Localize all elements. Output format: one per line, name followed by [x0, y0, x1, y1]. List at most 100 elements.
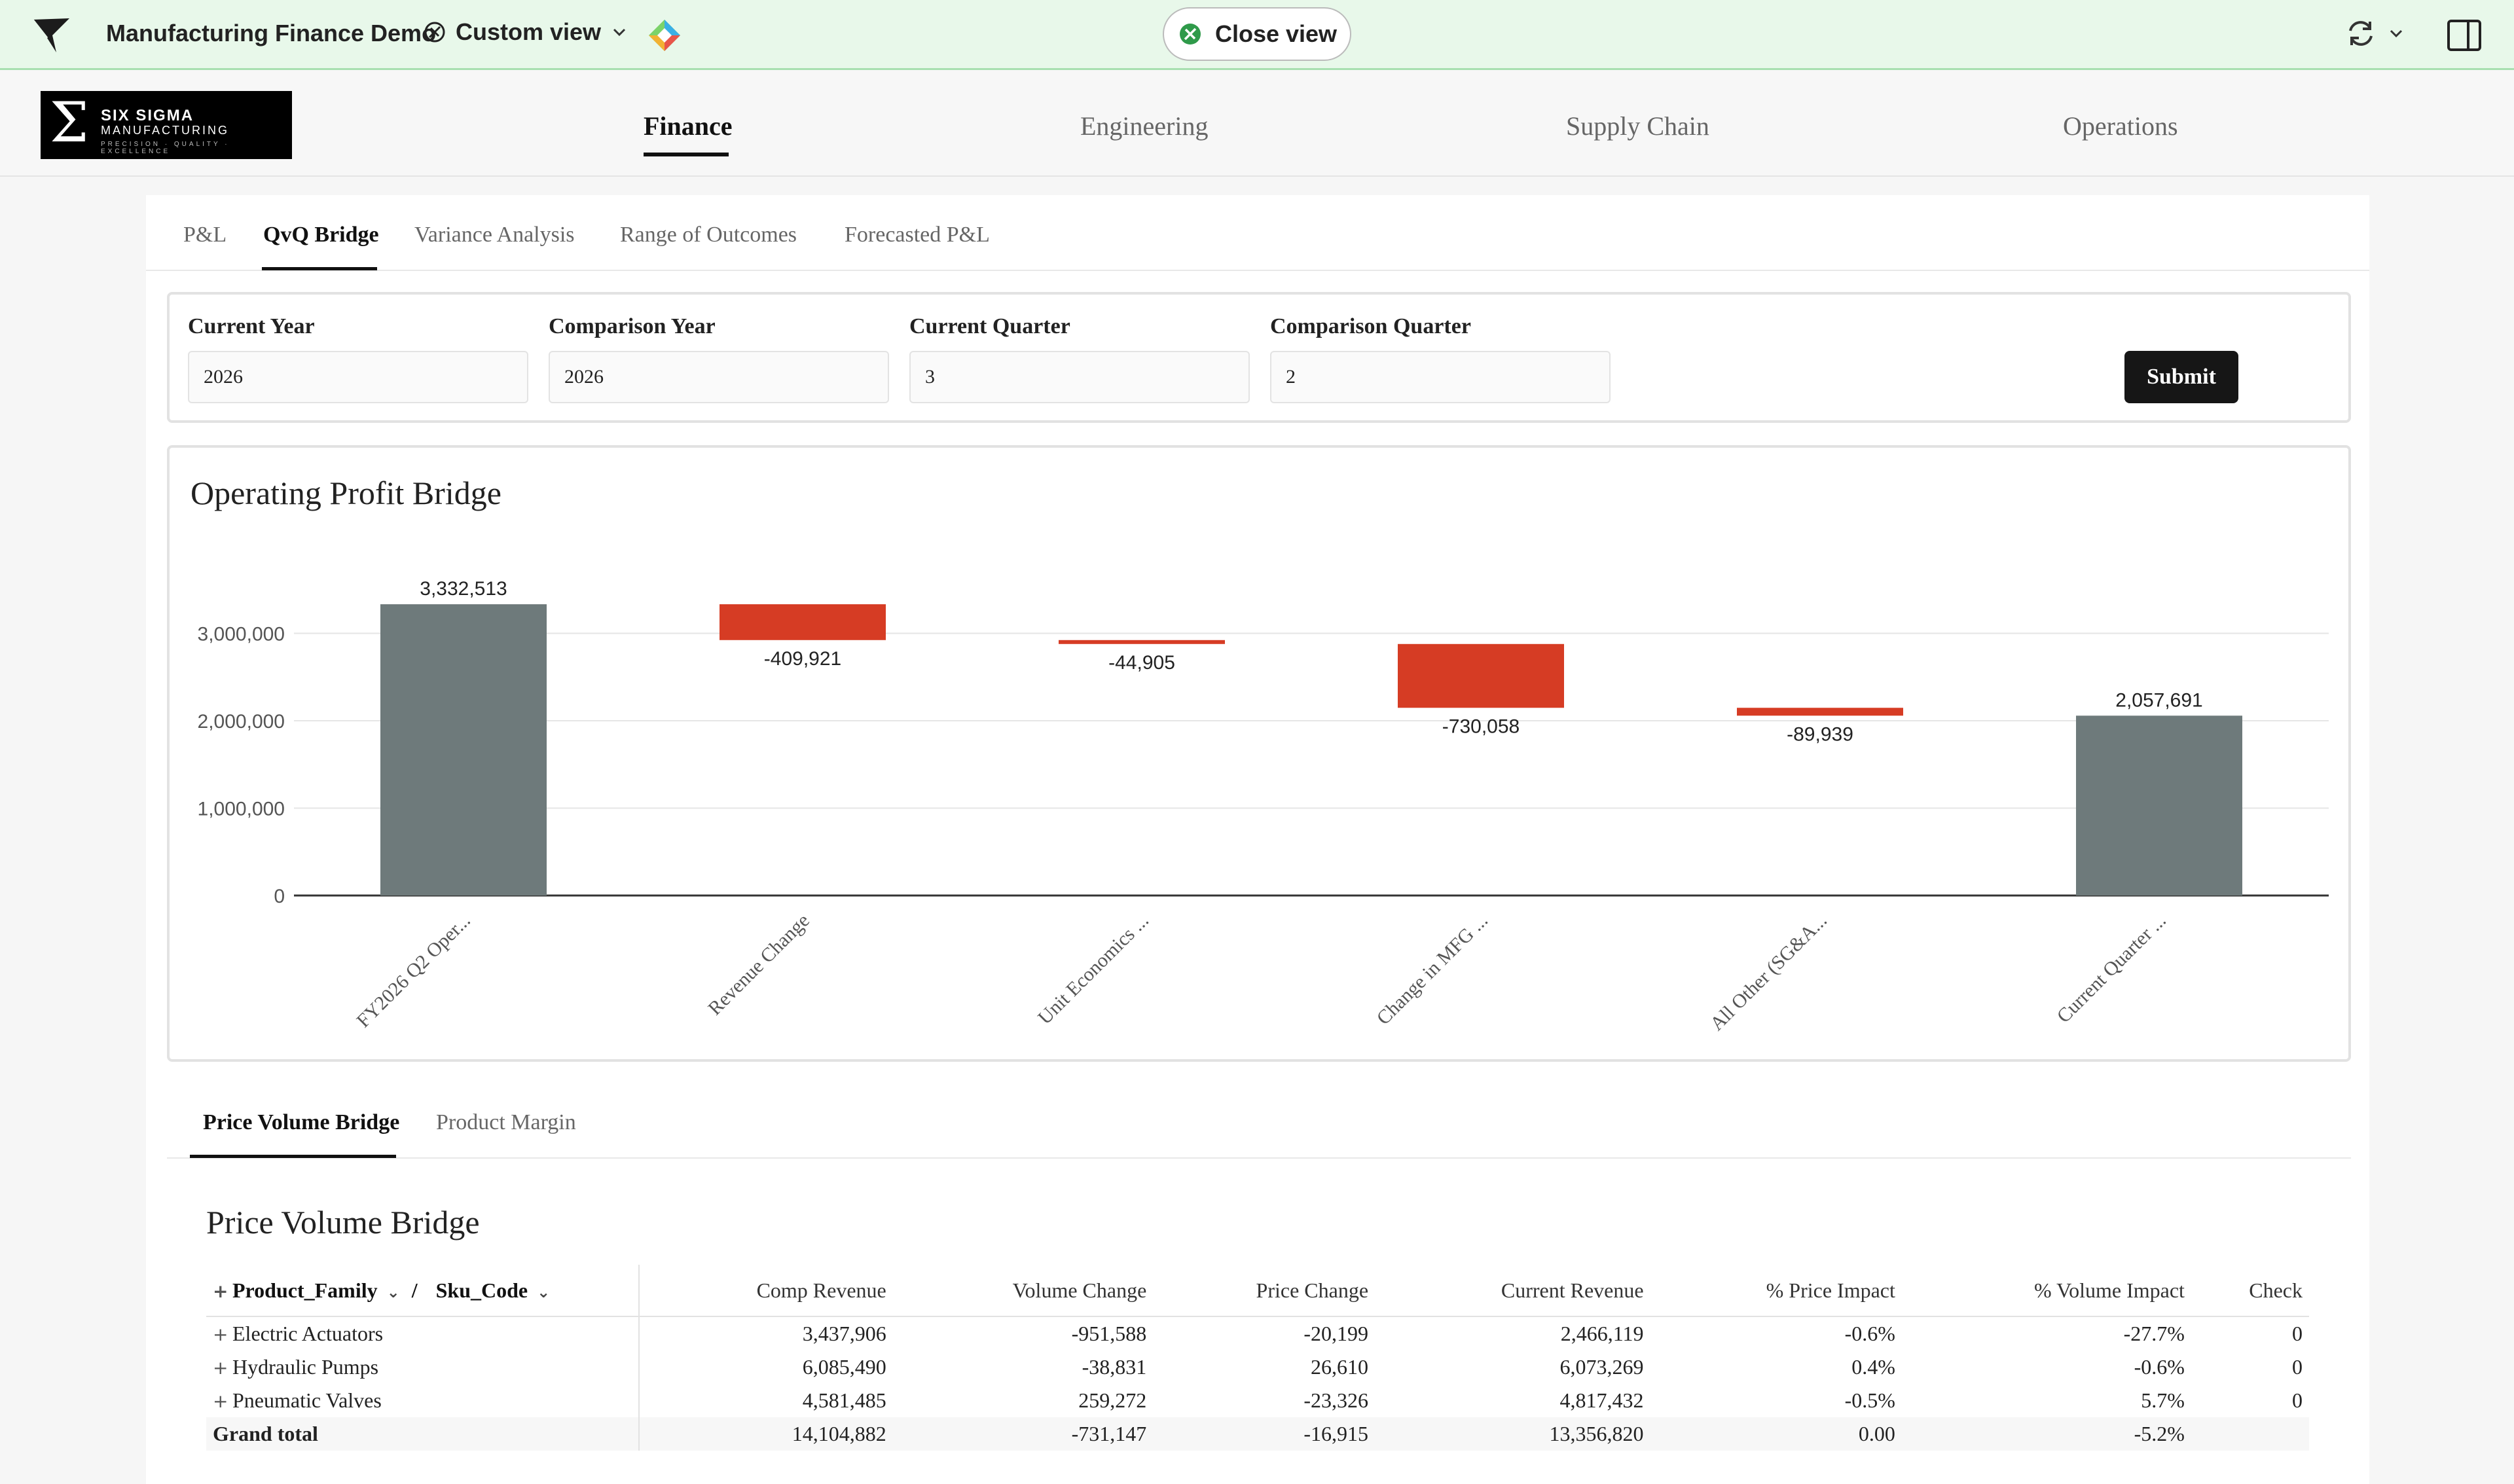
y-tick-label: 0: [274, 886, 285, 907]
x-tick-label: Current Quarter ...: [2053, 910, 2170, 1027]
chart-bar[interactable]: [2076, 715, 2242, 896]
table-cell: 4,817,432: [1559, 1388, 1644, 1412]
col-header-price-change[interactable]: Price Change: [1153, 1265, 1375, 1317]
custom-view-icon: [424, 22, 445, 43]
col-header-check[interactable]: Check: [2191, 1265, 2309, 1317]
brand-subname: MANUFACTURING: [101, 124, 229, 137]
x-tick-label: Unit Economics ...: [1034, 910, 1153, 1029]
y-tick-label: 3,000,000: [198, 623, 285, 645]
expand-row-icon[interactable]: +: [213, 1324, 232, 1345]
bar-value-label: -730,058: [1442, 715, 1520, 737]
current-year-input[interactable]: 2026: [188, 351, 528, 403]
expand-all-icon[interactable]: +: [213, 1280, 232, 1302]
app-logo-icon[interactable]: [30, 16, 73, 55]
chart-bar[interactable]: [1737, 708, 1903, 716]
close-view-icon: [1179, 24, 1201, 45]
expand-row-icon[interactable]: +: [213, 1357, 232, 1379]
table-cell: -0.5%: [1844, 1388, 1895, 1412]
table-cell: 6,073,269: [1559, 1355, 1644, 1379]
close-view-label: Close view: [1214, 20, 1338, 47]
subtab-pl[interactable]: P&L: [183, 223, 227, 247]
chevron-down-icon: [2390, 29, 2403, 38]
brand-tagline: PRECISION · QUALITY · EXCELLENCE: [101, 141, 230, 155]
filter-panel: Current Year 2026 Comparison Year 2026 C…: [167, 292, 2351, 423]
chart-panel: Operating Profit Bridge 0 1,000,000 2,000,…: [167, 445, 2351, 1062]
bar-value-label: 2,057,691: [2115, 689, 2202, 711]
y-tick-label: 2,000,000: [198, 711, 285, 733]
table-cell: 4,581,485: [802, 1388, 886, 1412]
theme-diamond-icon[interactable]: [647, 18, 682, 53]
grand-total-label: Grand total: [206, 1417, 640, 1451]
table-cell: 3,437,906: [802, 1322, 886, 1345]
table-cell: 6,085,490: [802, 1355, 886, 1379]
bar-value-label: -44,905: [1108, 652, 1175, 674]
expand-row-icon[interactable]: +: [213, 1390, 232, 1412]
brand-logo: Σ SIX SIGMA MANUFACTURING PRECISION · QU…: [41, 91, 292, 159]
x-tick-label: Change in MFG ...: [1373, 910, 1492, 1029]
row-name: Hydraulic Pumps: [232, 1355, 379, 1379]
custom-view-dropdown[interactable]: Custom view: [423, 18, 628, 46]
current-quarter-label: Current Quarter: [909, 314, 1070, 338]
table-cell: 259,272: [1078, 1388, 1147, 1412]
subtab-forecasted-pl[interactable]: Forecasted P&L: [845, 223, 990, 247]
submit-button[interactable]: Submit: [2124, 351, 2238, 403]
comparison-year-label: Comparison Year: [549, 314, 716, 338]
col-header-volume-impact[interactable]: % Volume Impact: [1901, 1265, 2191, 1317]
chevron-down-icon[interactable]: ⌄: [537, 1283, 550, 1301]
col-header-current-revenue[interactable]: Current Revenue: [1375, 1265, 1650, 1317]
table-cell: 0: [2292, 1355, 2303, 1379]
brand-sigma: Σ: [50, 90, 89, 154]
table-cell: -5.2%: [1901, 1417, 2191, 1451]
comparison-year-input[interactable]: 2026: [549, 351, 889, 403]
nav-tab-supply-chain[interactable]: Supply Chain: [1566, 111, 1709, 141]
comparison-quarter-label: Comparison Quarter: [1270, 314, 1471, 338]
row-name: Pneumatic Valves: [232, 1388, 382, 1412]
chart-bar[interactable]: [720, 604, 886, 640]
row-group-header: + Product_Family ⌄ / Sku_Code ⌄: [206, 1265, 640, 1317]
table-cell: -951,588: [1071, 1322, 1147, 1345]
x-tick-label: Revenue Change: [704, 910, 814, 1020]
tab-product-margin[interactable]: Product Margin: [436, 1110, 576, 1135]
content-card: P&L QvQ Bridge Variance Analysis Range o…: [146, 195, 2369, 1484]
table-cell: 0: [2292, 1388, 2303, 1412]
subtab-range-of-outcomes[interactable]: Range of Outcomes: [620, 223, 797, 247]
chart-bar[interactable]: [1398, 643, 1564, 708]
table-cell: -16,915: [1153, 1417, 1375, 1451]
nav-tab-finance[interactable]: Finance: [644, 111, 733, 141]
table-cell: [2191, 1417, 2309, 1451]
app-title: Manufacturing Finance Demo: [106, 20, 437, 46]
table-cell: -0.6%: [2134, 1355, 2185, 1379]
subtab-qvq-bridge[interactable]: QvQ Bridge: [263, 223, 379, 247]
group-col-sku-code[interactable]: Sku_Code: [436, 1278, 528, 1302]
row-label: + Hydraulic Pumps: [206, 1350, 640, 1384]
table-row: + Hydraulic Pumps 6,085,490 -38,831 26,61…: [206, 1350, 2309, 1384]
bottom-tabs-divider: [167, 1157, 2351, 1159]
page-header: Σ SIX SIGMA MANUFACTURING PRECISION · QU…: [0, 70, 2514, 177]
col-header-price-impact[interactable]: % Price Impact: [1650, 1265, 1902, 1317]
nav-tab-operations[interactable]: Operations: [2063, 111, 2178, 141]
subtab-variance-analysis[interactable]: Variance Analysis: [414, 223, 575, 247]
col-header-comp-revenue[interactable]: Comp Revenue: [639, 1265, 893, 1317]
current-quarter-input[interactable]: 3: [909, 351, 1250, 403]
side-panel-toggle-icon[interactable]: [2446, 17, 2483, 54]
chart-bar[interactable]: [1059, 640, 1225, 644]
chart-bar[interactable]: [380, 604, 547, 896]
comparison-quarter-input[interactable]: 2: [1270, 351, 1611, 403]
bar-value-label: 3,332,513: [420, 578, 507, 600]
refresh-icon: [2349, 21, 2373, 46]
chevron-down-icon[interactable]: ⌄: [387, 1283, 400, 1301]
grand-total-row: Grand total 14,104,882 -731,147 -16,915 …: [206, 1417, 2309, 1451]
row-label: + Pneumatic Valves: [206, 1384, 640, 1417]
close-view-button[interactable]: Close view: [1163, 7, 1351, 61]
row-label: + Electric Actuators: [206, 1316, 640, 1350]
group-col-product-family[interactable]: Product_Family: [232, 1278, 378, 1302]
table-cell: 5.7%: [2141, 1388, 2185, 1412]
table-cell: 13,356,820: [1375, 1417, 1650, 1451]
nav-tab-engineering[interactable]: Engineering: [1080, 111, 1209, 141]
x-tick-label: All Other (SG&A...: [1706, 910, 1831, 1035]
tab-price-volume-bridge[interactable]: Price Volume Bridge: [203, 1110, 399, 1135]
refresh-dropdown[interactable]: [2344, 16, 2405, 50]
table-title: Price Volume Bridge: [206, 1204, 480, 1240]
table-cell: 0: [2292, 1322, 2303, 1345]
col-header-volume-change[interactable]: Volume Change: [892, 1265, 1154, 1317]
